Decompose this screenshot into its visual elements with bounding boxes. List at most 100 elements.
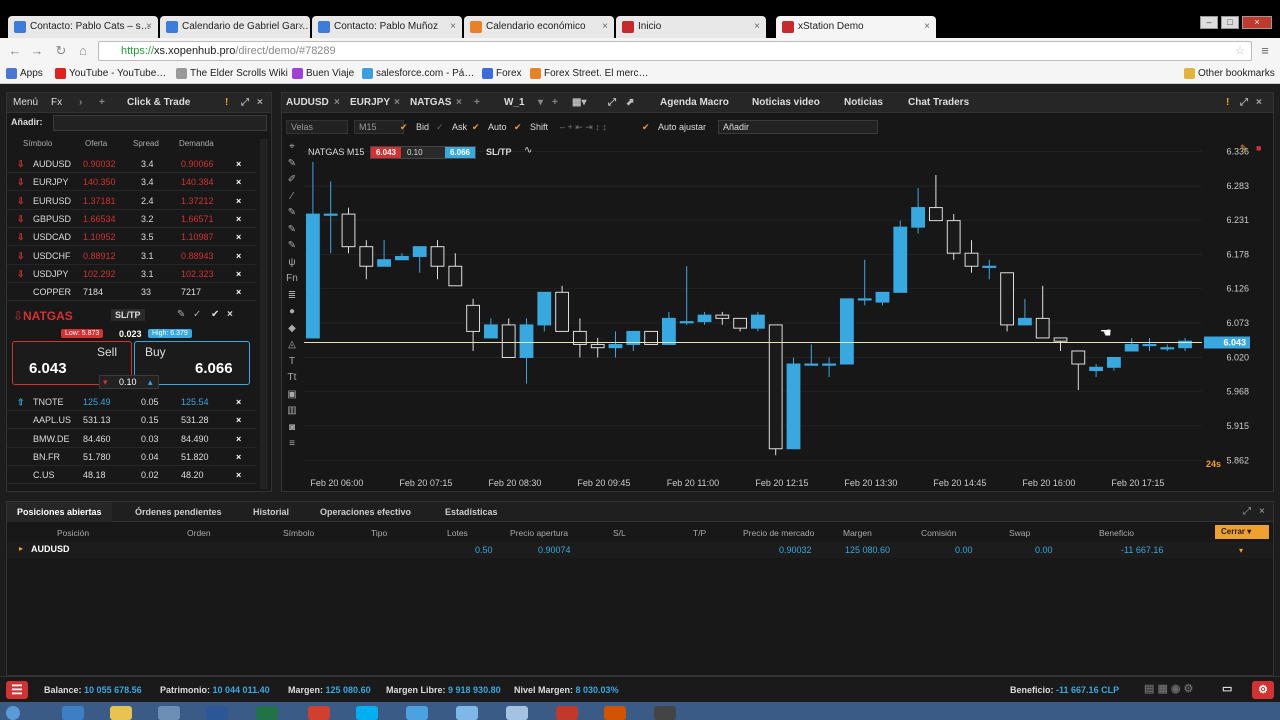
expand-icon[interactable]: ⤢: [1240, 93, 1248, 113]
watchlist-row[interactable]: C.US 48.18 0.02 48.20 ×: [7, 466, 257, 485]
remove-symbol-icon[interactable]: ×: [236, 265, 241, 283]
watchlist-row[interactable]: ⇩ USDJPY 102.292 3.1 102.323 ×: [7, 265, 257, 283]
chart-sell-button[interactable]: 6.043: [371, 147, 401, 158]
bid-toggle[interactable]: Bid: [416, 122, 429, 132]
browser-tab-active[interactable]: xStation Demo ×: [776, 16, 936, 38]
media-icon[interactable]: [158, 706, 180, 720]
tab-eurjpy[interactable]: EURJPY: [350, 93, 390, 113]
watchlist-row[interactable]: BN.FR 51.780 0.04 51.820 ×: [7, 448, 257, 466]
watchlist-row[interactable]: ⇩ GBPUSD 1.66534 3.2 1.66571 ×: [7, 210, 257, 228]
remove-symbol-icon[interactable]: ×: [236, 430, 241, 448]
chrome-menu-icon[interactable]: ≡: [1258, 44, 1272, 58]
explorer-icon[interactable]: [110, 706, 132, 720]
tab-close-icon[interactable]: ×: [924, 16, 930, 38]
tab-close-icon[interactable]: ×: [754, 16, 760, 38]
check-icon[interactable]: ✔: [514, 122, 522, 133]
close-panel-icon[interactable]: ×: [257, 93, 263, 113]
app-icon[interactable]: [556, 706, 578, 720]
fx-button[interactable]: Fx: [51, 93, 62, 113]
bookmark-salesforce[interactable]: salesforce.com - Pá…: [362, 67, 474, 81]
check-icon[interactable]: ✓: [436, 122, 444, 133]
check-icon[interactable]: ✔: [472, 122, 480, 133]
forward-icon[interactable]: →: [30, 44, 44, 58]
remove-symbol-icon[interactable]: ×: [236, 466, 241, 484]
app-icon[interactable]: [456, 706, 478, 720]
tab-close-icon[interactable]: ×: [146, 16, 152, 38]
browser-tab[interactable]: Inicio ×: [616, 16, 766, 38]
remove-symbol-icon[interactable]: ×: [236, 155, 241, 173]
main-menu-icon[interactable]: ☰: [6, 681, 28, 699]
reload-icon[interactable]: ↻: [54, 44, 68, 58]
menu-noticias[interactable]: Noticias: [844, 93, 883, 113]
remove-symbol-icon[interactable]: ×: [236, 247, 241, 265]
bookmark-apps[interactable]: Apps: [6, 67, 43, 81]
tab-open-positions[interactable]: Posiciones abiertas: [7, 502, 112, 522]
status-icons[interactable]: ▤ ▦ ◉ ⚙: [1144, 682, 1193, 695]
check-icon[interactable]: ✔: [642, 122, 650, 133]
sltp-button[interactable]: SL/TP: [111, 309, 145, 321]
word-icon[interactable]: [206, 706, 228, 720]
ticket-close-icon[interactable]: ×: [227, 309, 233, 320]
workspace-select[interactable]: W_1: [504, 93, 525, 113]
watchlist-row[interactable]: ⇩ USDCAD 1.10952 3.5 1.10987 ×: [7, 228, 257, 247]
remove-symbol-icon[interactable]: ×: [236, 173, 241, 191]
click-trade-button[interactable]: Click & Trade: [127, 93, 190, 113]
tab-history[interactable]: Historial: [243, 502, 299, 522]
check-icon[interactable]: ✔: [400, 122, 408, 133]
row-menu-icon[interactable]: ▾: [1239, 546, 1243, 555]
confirm-icon[interactable]: ✔: [211, 309, 219, 320]
watchlist-row[interactable]: ⇩ AUDUSD 0.90032 3.4 0.90066 ×: [7, 155, 257, 173]
chevron-right-icon[interactable]: ›: [79, 93, 82, 113]
home-icon[interactable]: ⌂: [76, 44, 90, 58]
tab-cash-operations[interactable]: Operaciones efectivo: [310, 502, 421, 522]
ie-icon[interactable]: [62, 706, 84, 720]
app-icon[interactable]: [506, 706, 528, 720]
watchlist-row[interactable]: ⇧ TNOTE 125.49 0.05 125.54 ×: [7, 393, 257, 411]
maximize-icon[interactable]: □: [1221, 16, 1239, 29]
add-workspace-icon[interactable]: +: [552, 93, 558, 113]
remove-symbol-icon[interactable]: ×: [236, 411, 241, 429]
tab-close-icon[interactable]: ×: [456, 93, 462, 113]
url-input[interactable]: https://xs.xopenhub.pro/direct/demo/#782…: [98, 41, 1252, 61]
position-row[interactable]: ▸ AUDUSD: [7, 542, 1273, 558]
close-panel-icon[interactable]: ×: [1256, 93, 1262, 113]
check-icon[interactable]: ✓: [193, 309, 201, 320]
watchlist-row[interactable]: ⇩ EURUSD 1.37181 2.4 1.37212 ×: [7, 192, 257, 210]
add-tab-icon[interactable]: +: [474, 93, 480, 113]
add-icon[interactable]: +: [99, 93, 105, 113]
tab-close-icon[interactable]: ×: [602, 16, 608, 38]
browser-tab[interactable]: Calendario de Gabriel Gar… ×: [160, 16, 310, 38]
watchlist-row[interactable]: ⇩ USDCHF 0.88912 3.1 0.88943 ×: [7, 247, 257, 265]
bookmark-forex[interactable]: Forex: [482, 67, 522, 81]
chart-buy-button[interactable]: 6.066: [445, 147, 475, 158]
volume-stepper[interactable]: ▾ 0.10 ▴: [99, 375, 159, 389]
watchlist-row[interactable]: AAPL.US 531.13 0.15 531.28 ×: [7, 411, 257, 430]
increase-icon[interactable]: ▴: [148, 376, 153, 388]
expand-icon[interactable]: ⤢: [241, 93, 249, 113]
menu-agenda-macro[interactable]: Agenda Macro: [660, 93, 729, 113]
skype-icon[interactable]: [356, 706, 378, 720]
remove-symbol-icon[interactable]: ×: [236, 192, 241, 210]
browser-tab[interactable]: Contacto: Pablo Muñoz ×: [312, 16, 462, 38]
tab-close-icon[interactable]: ×: [394, 93, 400, 113]
autofit-toggle[interactable]: Auto ajustar: [658, 122, 706, 132]
decrease-icon[interactable]: ▾: [103, 376, 108, 388]
edit-icon[interactable]: ✎: [177, 309, 185, 320]
watchlist-row[interactable]: COPPER 7184 33 7217 ×: [7, 283, 257, 302]
menu-chat-traders[interactable]: Chat Traders: [908, 93, 969, 113]
expand-icon[interactable]: ⤢: [1243, 506, 1251, 517]
shift-toggle[interactable]: Shift: [530, 122, 548, 132]
remove-symbol-icon[interactable]: ×: [236, 228, 241, 246]
chart-volume[interactable]: 0.10: [407, 147, 423, 158]
close-position-button[interactable]: Cerrar ▾: [1215, 525, 1269, 539]
price-chart[interactable]: 6.3366.2836.2316.1786.1266.0736.0205.968…: [282, 139, 1273, 493]
chart-sltp-button[interactable]: SL/TP: [486, 147, 512, 157]
close-window-icon[interactable]: ×: [1242, 16, 1272, 29]
remove-symbol-icon[interactable]: ×: [236, 448, 241, 466]
minimize-icon[interactable]: –: [1200, 16, 1218, 29]
watchlist-row[interactable]: BMW.DE 84.460 0.03 84.490 ×: [7, 430, 257, 448]
app-icon[interactable]: [654, 706, 676, 720]
browser-tab[interactable]: Calendario económico ×: [464, 16, 614, 38]
edit-chart-icon[interactable]: ✎: [1240, 143, 1248, 154]
tab-audusd[interactable]: AUDUSD: [286, 93, 329, 113]
